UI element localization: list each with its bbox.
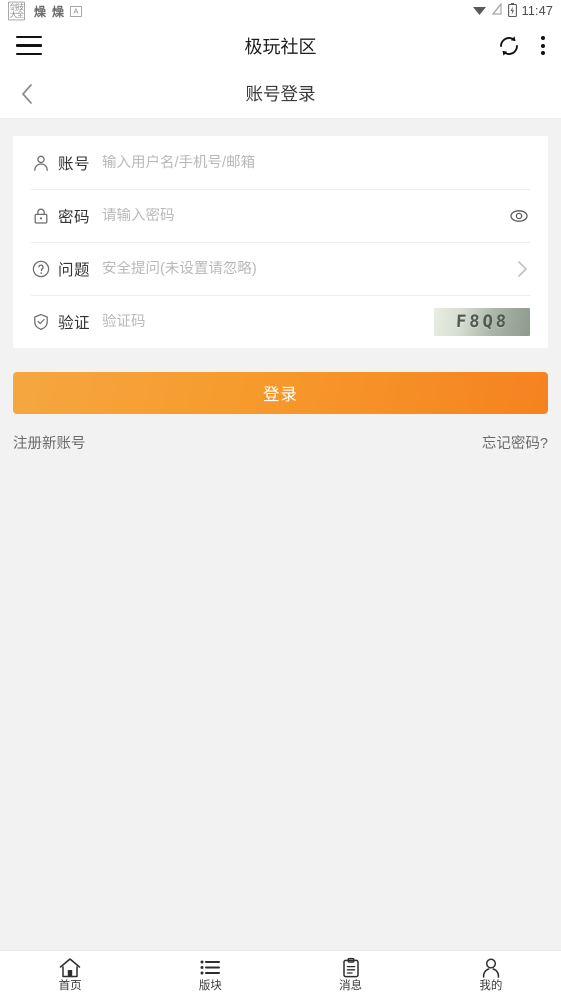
- nav-item-home[interactable]: 首页: [0, 957, 140, 993]
- form-label-question: 问题: [58, 261, 91, 279]
- refresh-icon[interactable]: [497, 34, 521, 58]
- page-header: 账号登录: [0, 69, 561, 119]
- app-notification-icon-3: 燥: [52, 4, 65, 19]
- form-row-password: 密码: [13, 189, 548, 242]
- page-body: 账号 密码 问题: [0, 119, 561, 950]
- nav-label-profile: 我的: [479, 980, 503, 993]
- login-button[interactable]: 登录: [13, 372, 548, 414]
- chevron-right-icon[interactable]: [514, 258, 530, 280]
- form-row-captcha: 验证 F8Q8: [13, 295, 548, 348]
- nav-label-messages: 消息: [339, 980, 363, 993]
- status-bar-clock: 11:47: [521, 4, 553, 18]
- form-label-captcha: 验证: [58, 314, 91, 332]
- forgot-password-link[interactable]: 忘记密码?: [482, 432, 548, 453]
- nav-item-messages[interactable]: 消息: [281, 957, 421, 993]
- status-bar-system-icons: 11:47: [472, 2, 553, 20]
- nav-item-forums[interactable]: 版块: [140, 957, 280, 993]
- login-screen: 剑技 大全 燥 燥 A 11:47 极玩社区 账号登录 账号 输入用户名/手机号…: [0, 0, 561, 999]
- shield-check-icon: [31, 312, 51, 332]
- form-row-account: 账号: [13, 136, 548, 189]
- question-circle-icon: [31, 259, 51, 279]
- page-title: 账号登录: [245, 84, 316, 104]
- eye-icon[interactable]: [508, 205, 530, 227]
- account-input[interactable]: [102, 154, 530, 171]
- home-icon: [58, 957, 82, 979]
- nav-label-forums: 版块: [198, 980, 222, 993]
- bottom-navigation: 首页 版块 消息 我的: [0, 950, 561, 999]
- person-icon: [480, 957, 502, 979]
- form-label-account: 账号: [58, 155, 91, 173]
- question-input[interactable]: [102, 260, 508, 277]
- app-notification-icon-4: A: [70, 5, 82, 17]
- battery-icon: [507, 2, 517, 20]
- signal-icon: [491, 2, 503, 19]
- status-bar: 剑技 大全 燥 燥 A 11:47: [0, 0, 561, 22]
- app-title: 极玩社区: [244, 36, 317, 57]
- captcha-input[interactable]: [102, 313, 426, 330]
- user-icon: [31, 153, 51, 173]
- login-form-card: 账号 密码 问题: [13, 136, 548, 348]
- form-label-password: 密码: [58, 208, 91, 226]
- lock-icon: [31, 206, 51, 226]
- nav-item-profile[interactable]: 我的: [421, 957, 561, 993]
- form-row-question[interactable]: 问题: [13, 242, 548, 295]
- status-bar-notifications: 剑技 大全 燥 燥 A: [8, 0, 84, 22]
- overflow-menu-icon[interactable]: [541, 36, 545, 55]
- app-bar-actions: [497, 34, 545, 58]
- clipboard-icon: [340, 957, 362, 979]
- app-bar: 极玩社区: [0, 22, 561, 69]
- list-icon: [198, 957, 222, 979]
- app-notification-icon-2: 燥: [34, 4, 47, 19]
- register-link[interactable]: 注册新账号: [13, 432, 86, 453]
- captcha-image[interactable]: F8Q8: [434, 307, 530, 336]
- app-notification-icon-1: 剑技 大全: [8, 1, 26, 21]
- password-input[interactable]: [102, 207, 502, 224]
- hamburger-menu-icon[interactable]: [16, 35, 42, 56]
- auth-links: 注册新账号 忘记密码?: [13, 432, 548, 453]
- nav-label-home: 首页: [58, 980, 82, 993]
- wifi-icon: [472, 4, 487, 19]
- captcha-text: F8Q8: [454, 311, 509, 332]
- back-chevron-icon[interactable]: [18, 81, 36, 107]
